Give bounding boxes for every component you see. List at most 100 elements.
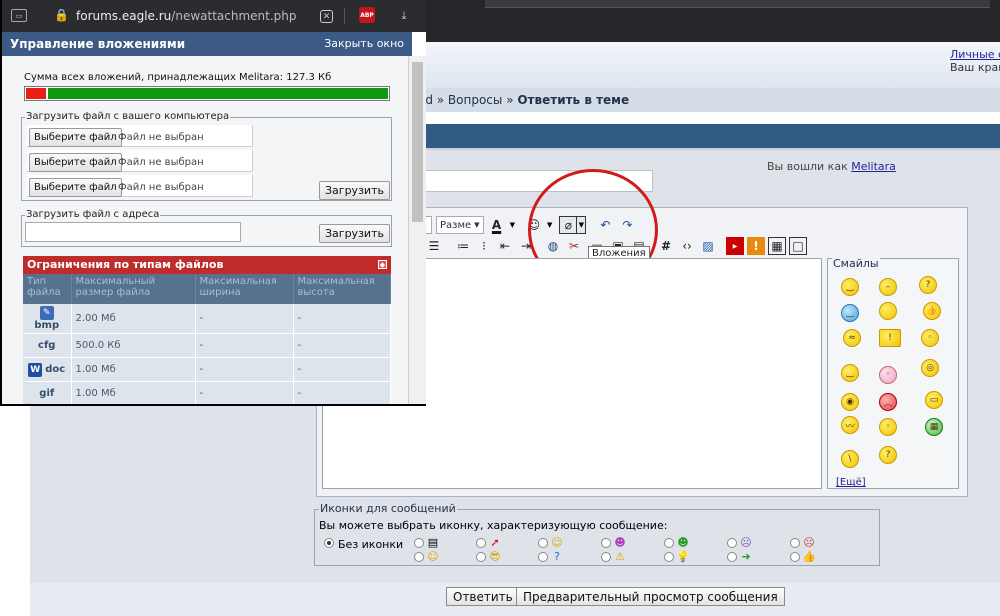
html-code-icon[interactable]: ‹› xyxy=(678,237,696,255)
browser-tabstrip xyxy=(485,0,990,8)
no-icon-label: Без иконки xyxy=(338,538,404,551)
document-icon: ▤ xyxy=(427,535,439,549)
usage-bar-free xyxy=(47,88,388,99)
bmp-file-icon: ✎ xyxy=(39,306,54,320)
adblock-icon[interactable]: ABP xyxy=(359,7,375,23)
username-link[interactable]: Melitara xyxy=(851,160,896,173)
choose-file-button[interactable]: Выберите файл xyxy=(29,178,122,197)
sad-icon: ☹ xyxy=(740,535,752,549)
cool-icon: 😎 xyxy=(489,549,501,563)
collapse-icon[interactable]: ◆ xyxy=(378,260,387,269)
icon-radio[interactable] xyxy=(664,552,674,562)
smiley-icon[interactable]: ◦ xyxy=(879,418,897,436)
close-tab-icon[interactable]: ✕ xyxy=(320,10,333,23)
col-header: Максимальный размер файла xyxy=(71,274,196,304)
width-cell: - xyxy=(195,304,294,334)
php-icon[interactable]: ▨ xyxy=(699,237,717,255)
upload-url-button[interactable]: Загрузить xyxy=(319,224,390,243)
file-url-input[interactable] xyxy=(25,222,241,242)
ext-label: gif xyxy=(39,388,55,399)
smiley-icon[interactable] xyxy=(879,302,897,320)
help-sign-smiley-icon[interactable]: ! xyxy=(879,329,901,347)
forum-header xyxy=(425,42,1000,88)
more-smilies-link[interactable]: [Ещё] xyxy=(836,477,866,488)
icon-radio[interactable] xyxy=(664,538,674,548)
table-row: cfg 500.0 Кб - - xyxy=(23,333,391,358)
smilies-legend: Смайлы xyxy=(832,257,880,270)
popup-url-bar: ▭ 🔒 forums.eagle.ru/newattachment.php ✕ … xyxy=(2,0,426,32)
icon-radio[interactable] xyxy=(476,552,486,562)
size-select-label: Разме xyxy=(440,219,472,231)
no-icon-radio[interactable] xyxy=(324,538,334,548)
smiley-icon[interactable]: ? xyxy=(919,276,937,294)
thinking-smiley-icon[interactable]: ? xyxy=(879,446,897,464)
limits-table: Тип файла Максимальный размер файла Макс… xyxy=(23,274,391,404)
smiley-icon[interactable]: ‿ xyxy=(841,278,859,296)
download-icon[interactable]: ⤓ xyxy=(396,8,412,24)
align-justify-icon[interactable]: ☰ xyxy=(425,237,443,255)
size-select[interactable]: Разме ▼ xyxy=(436,216,484,234)
thumbs-up-smiley-icon[interactable]: 👍 xyxy=(923,302,941,320)
code-hash-icon[interactable]: # xyxy=(657,237,675,255)
icon-radio[interactable] xyxy=(790,552,800,562)
preview-button[interactable]: Предварительный просмотр сообщения xyxy=(516,587,785,606)
smiley-icon[interactable]: ‿ xyxy=(841,304,859,322)
icon-radio[interactable] xyxy=(601,538,611,548)
message-icons-legend: Иконки для сообщений xyxy=(319,502,457,515)
icon-radio[interactable] xyxy=(414,552,424,562)
url-text[interactable]: forums.eagle.ru/newattachment.php xyxy=(76,9,297,23)
smiley-icon[interactable]: ◉ xyxy=(841,393,859,411)
youtube-icon[interactable]: ▶ xyxy=(726,237,744,255)
popup-content: Управление вложениями Закрыть окно Сумма… xyxy=(2,32,426,404)
smiley-icon[interactable]: \ xyxy=(841,450,859,468)
breadcrumb-path[interactable]: ld » Вопросы » xyxy=(422,93,517,107)
icon-radio[interactable] xyxy=(727,538,737,548)
logged-in-text: Вы вошли как Melitara xyxy=(767,160,896,173)
smiley-icon[interactable]: ◦ xyxy=(879,366,897,384)
smiley-icon[interactable]: – xyxy=(879,278,897,296)
ordered-list-icon[interactable]: ≔ xyxy=(454,237,472,255)
smiley-icon[interactable]: ‿ xyxy=(841,364,859,382)
popup-scrollbar[interactable] xyxy=(408,56,426,404)
reply-button[interactable]: Ответить xyxy=(446,587,520,606)
chevron-down-icon[interactable]: ▼ xyxy=(510,221,515,229)
lock-icon[interactable]: 🔒 xyxy=(54,8,69,22)
icon-radio[interactable] xyxy=(727,552,737,562)
text-color-icon[interactable]: A xyxy=(488,216,506,234)
icon-radio[interactable] xyxy=(790,538,800,548)
angry-smiley-icon[interactable]: ︵ xyxy=(879,393,897,411)
close-window-link[interactable]: Закрыть окно xyxy=(324,37,404,50)
box-icon[interactable]: □ xyxy=(789,237,807,255)
table-icon[interactable]: ▦ xyxy=(768,237,786,255)
size-cell: 1.00 Мб xyxy=(71,357,196,382)
graduate-smiley-icon[interactable]: ◦ xyxy=(921,329,939,347)
warning-icon: ⚠ xyxy=(615,549,625,563)
smiley-icon[interactable]: ▦ xyxy=(925,418,943,436)
outdent-icon[interactable]: ⇤ xyxy=(496,237,514,255)
width-cell: - xyxy=(195,381,294,404)
ext-cell: gif xyxy=(23,381,72,404)
choose-file-button[interactable]: Выберите файл xyxy=(29,128,122,147)
icon-radio[interactable] xyxy=(538,552,548,562)
site-info-icon[interactable]: ▭ xyxy=(11,9,27,22)
upload-computer-button[interactable]: Загрузить xyxy=(319,181,390,200)
width-cell: - xyxy=(195,333,294,358)
reading-smiley-icon[interactable]: ▭ xyxy=(925,391,943,409)
no-file-label: Файл не выбран xyxy=(118,182,204,193)
breadcrumb: ld » Вопросы » Ответить в теме xyxy=(422,88,1000,112)
unordered-list-icon[interactable]: ⁝ xyxy=(475,237,493,255)
choose-file-button[interactable]: Выберите файл xyxy=(29,153,122,172)
scrollbar-thumb[interactable] xyxy=(412,62,423,222)
icon-radio[interactable] xyxy=(476,538,486,548)
user-cp-link[interactable]: Личные с xyxy=(950,48,1000,61)
smiley-icon[interactable]: ≈ xyxy=(843,329,861,347)
nerd-smiley-icon[interactable]: ◎ xyxy=(921,359,939,377)
icon-radio[interactable] xyxy=(538,538,548,548)
font-select-edge[interactable] xyxy=(425,216,432,234)
icon-radio[interactable] xyxy=(601,552,611,562)
usage-bar-used xyxy=(26,88,46,99)
icon-radio[interactable] xyxy=(414,538,424,548)
spoiler-icon[interactable]: ! xyxy=(747,237,765,255)
thumbs-up-icon: 👍 xyxy=(802,549,816,563)
smiley-icon[interactable]: 〰 xyxy=(841,416,859,434)
